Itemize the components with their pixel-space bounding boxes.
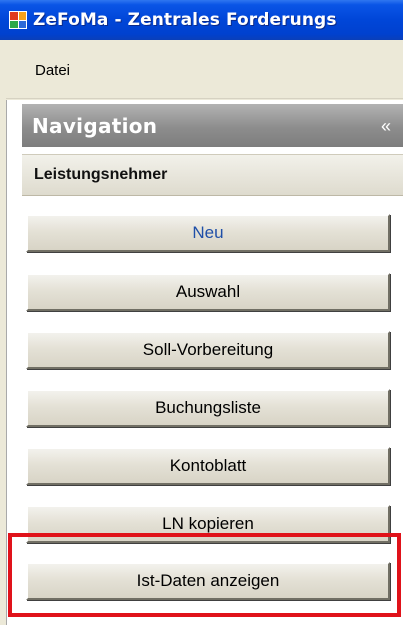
app-icon: [9, 11, 27, 29]
auswahl-button[interactable]: Auswahl: [26, 273, 390, 311]
collapse-icon[interactable]: «: [381, 117, 391, 135]
soll-vorbereitung-button[interactable]: Soll-Vorbereitung: [26, 331, 390, 369]
menu-item-datei[interactable]: Datei: [35, 62, 70, 79]
ln-kopieren-button[interactable]: LN kopieren: [26, 505, 390, 543]
navigation-title: Navigation: [32, 113, 158, 138]
buchungsliste-button[interactable]: Buchungsliste: [26, 389, 390, 427]
neu-button[interactable]: Neu: [26, 214, 390, 252]
kontoblatt-button[interactable]: Kontoblatt: [26, 447, 390, 485]
ist-daten-anzeigen-button[interactable]: Ist-Daten anzeigen: [26, 562, 390, 600]
window-title: ZeFoMa - Zentrales Forderungs: [33, 10, 337, 30]
menu-bar: Datei: [0, 40, 403, 99]
section-header-leistungsnehmer[interactable]: Leistungsnehmer: [22, 154, 403, 196]
section-title: Leistungsnehmer: [34, 166, 168, 183]
app-window: ZeFoMa - Zentrales Forderungs Datei Navi…: [0, 0, 403, 625]
navigation-header: Navigation «: [22, 104, 403, 147]
title-bar[interactable]: ZeFoMa - Zentrales Forderungs: [0, 0, 403, 40]
